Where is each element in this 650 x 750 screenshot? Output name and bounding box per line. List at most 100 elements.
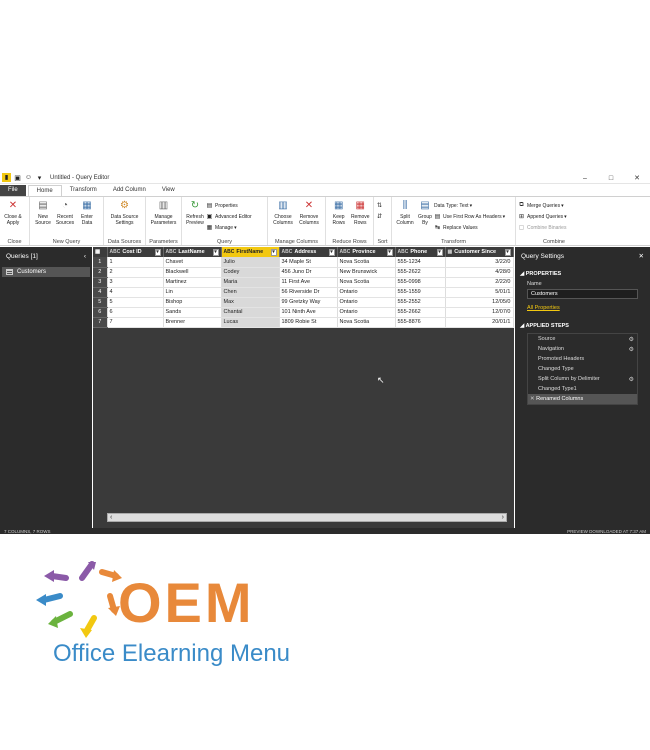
smiley-icon[interactable]: ☺ <box>24 173 33 182</box>
table-cell[interactable]: 1 <box>107 257 164 268</box>
table-cell[interactable]: Lin <box>163 287 222 298</box>
query-item-customers[interactable]: Customers <box>2 267 90 277</box>
row-number[interactable]: 4 <box>93 287 108 298</box>
table-cell[interactable]: Nova Scotia <box>337 257 396 268</box>
table-row[interactable]: 5 5 Bishop Max 99 Gretzky Way Ontario 555-2552… <box>93 297 514 308</box>
data-type-dropdown[interactable]: Data Type: Text ▾ <box>434 200 505 211</box>
first-row-headers-button[interactable]: ▤ Use First Row As Headers ▾ <box>434 211 506 222</box>
table-cell[interactable]: Brenner <box>163 317 222 328</box>
row-number[interactable]: 5 <box>93 297 108 308</box>
table-cell[interactable]: 7 <box>107 317 164 328</box>
all-properties-link[interactable]: All Properties <box>527 305 650 311</box>
column-header-customer-since[interactable]: ▦ Customer Since ▾ <box>445 247 514 257</box>
select-all-cell[interactable]: ▦ <box>93 247 108 257</box>
table-cell[interactable]: Codey <box>221 267 280 278</box>
table-cell[interactable]: 555-0998 <box>395 277 446 288</box>
table-cell[interactable]: Chavet <box>163 257 222 268</box>
column-header-province[interactable]: ABC Province ▾ <box>337 247 396 257</box>
table-cell[interactable]: 456 Juno Dr <box>279 267 338 278</box>
table-cell[interactable]: 555-1559 <box>395 287 446 298</box>
table-cell[interactable]: 101 Ninth Ave <box>279 307 338 318</box>
table-cell[interactable]: 5 <box>107 297 164 308</box>
step-settings-gear-icon[interactable]: ⚙ <box>629 346 634 353</box>
save-icon[interactable]: ▣ <box>13 173 22 182</box>
table-cell[interactable]: Ontario <box>337 307 396 318</box>
filter-dropdown-icon[interactable]: ▾ <box>154 248 161 256</box>
manage-query-button[interactable]: ▦ Manage ▾ <box>206 222 252 233</box>
scroll-right-icon[interactable]: › <box>502 514 504 521</box>
table-cell[interactable]: 3/22/0 <box>445 257 514 268</box>
horizontal-scrollbar[interactable]: ‹ › <box>107 513 507 522</box>
table-cell[interactable]: 20/01/1 <box>445 317 514 328</box>
table-cell[interactable]: 1809 Robie St <box>279 317 338 328</box>
table-cell[interactable]: 12/05/0 <box>445 297 514 308</box>
table-row[interactable]: 3 3 Martinez Maria 11 First Ave Nova Scotia 55… <box>93 277 514 288</box>
table-row[interactable]: 1 1 Chavet Julio 34 Maple St Nova Scotia 555-1… <box>93 257 514 268</box>
properties-section-title[interactable]: ◢ PROPERTIES <box>520 271 650 277</box>
table-cell[interactable]: 99 Gretzky Way <box>279 297 338 308</box>
tab-add-column[interactable]: Add Column <box>105 185 154 196</box>
filter-dropdown-icon[interactable]: ▾ <box>504 248 511 256</box>
table-cell[interactable]: 34 Maple St <box>279 257 338 268</box>
table-cell[interactable]: Lucas <box>221 317 280 328</box>
collapse-pane-icon[interactable]: ‹ <box>84 253 86 260</box>
row-number[interactable]: 1 <box>93 257 108 268</box>
type-text-icon[interactable]: ABC <box>282 249 293 255</box>
table-cell[interactable]: Martinez <box>163 277 222 288</box>
type-date-icon[interactable]: ▦ <box>448 249 453 255</box>
type-text-icon[interactable]: ABC <box>110 249 121 255</box>
table-cell[interactable]: 555-1234 <box>395 257 446 268</box>
applied-step[interactable]: Changed Type <box>528 364 637 374</box>
table-row[interactable]: 7 7 Brenner Lucas 1809 Robie St Nova Scotia 55… <box>93 317 514 328</box>
type-text-icon[interactable]: ABC <box>166 249 177 255</box>
close-window-button[interactable]: ✕ <box>626 172 648 184</box>
column-header-phone[interactable]: ABC Phone ▾ <box>395 247 446 257</box>
table-cell[interactable]: 4/28/0 <box>445 267 514 278</box>
table-cell[interactable]: Ontario <box>337 297 396 308</box>
tab-home[interactable]: Home <box>27 185 62 196</box>
applied-step[interactable]: Changed Type1 <box>528 384 637 394</box>
table-cell[interactable]: Bishop <box>163 297 222 308</box>
applied-step[interactable]: Source ⚙ <box>528 334 637 344</box>
properties-button[interactable]: ▤ Properties <box>206 200 252 211</box>
chevron-down-icon[interactable]: ▾ <box>35 173 44 182</box>
tab-transform[interactable]: Transform <box>62 185 105 196</box>
filter-dropdown-icon[interactable]: ▾ <box>328 248 335 256</box>
row-number[interactable]: 3 <box>93 277 108 288</box>
advanced-editor-button[interactable]: ▣ Advanced Editor <box>206 211 252 222</box>
applied-step[interactable]: Promoted Headers <box>528 354 637 364</box>
table-cell[interactable]: Chen <box>221 287 280 298</box>
table-cell[interactable]: 3 <box>107 277 164 288</box>
append-queries-button[interactable]: ⊞ Append Queries ▾ <box>518 211 567 222</box>
step-settings-gear-icon[interactable]: ⚙ <box>629 376 634 383</box>
table-cell[interactable]: Julio <box>221 257 280 268</box>
sort-descending-button[interactable]: ⇵ <box>376 211 385 222</box>
combine-binaries-button[interactable]: ▢ Combine Binaries <box>518 222 567 233</box>
table-cell[interactable]: 6 <box>107 307 164 318</box>
table-cell[interactable]: 555-2552 <box>395 297 446 308</box>
sort-ascending-button[interactable]: ⇅ <box>376 200 385 211</box>
table-cell[interactable]: 5/01/1 <box>445 287 514 298</box>
table-cell[interactable]: 555-2622 <box>395 267 446 278</box>
table-cell[interactable]: Max <box>221 297 280 308</box>
type-text-icon[interactable]: ABC <box>398 249 409 255</box>
step-settings-gear-icon[interactable]: ⚙ <box>629 336 634 343</box>
row-number[interactable]: 6 <box>93 307 108 318</box>
table-cell[interactable]: Nova Scotia <box>337 317 396 328</box>
table-cell[interactable]: 2/22/0 <box>445 277 514 288</box>
type-text-icon[interactable]: ABC <box>340 249 351 255</box>
column-header-cost-id[interactable]: ABC Cost ID ▾ <box>107 247 164 257</box>
table-cell[interactable]: 555-8876 <box>395 317 446 328</box>
table-cell[interactable]: 12/07/0 <box>445 307 514 318</box>
table-row[interactable]: 2 2 Blackwell Codey 456 Juno Dr New Brunswick… <box>93 267 514 278</box>
replace-values-button[interactable]: ↹ Replace Values <box>434 222 505 233</box>
type-text-icon[interactable]: ABC <box>224 249 235 255</box>
row-number[interactable]: 2 <box>93 267 108 278</box>
applied-step[interactable]: Split Column by Delimiter ⚙ <box>528 374 637 384</box>
table-cell[interactable]: Blackwell <box>163 267 222 278</box>
table-cell[interactable]: Sands <box>163 307 222 318</box>
filter-dropdown-icon[interactable]: ▾ <box>270 248 277 256</box>
applied-step[interactable]: Navigation ⚙ <box>528 344 637 354</box>
column-header-lastname[interactable]: ABC LastName ▾ <box>163 247 222 257</box>
minimize-button[interactable]: – <box>574 172 596 184</box>
